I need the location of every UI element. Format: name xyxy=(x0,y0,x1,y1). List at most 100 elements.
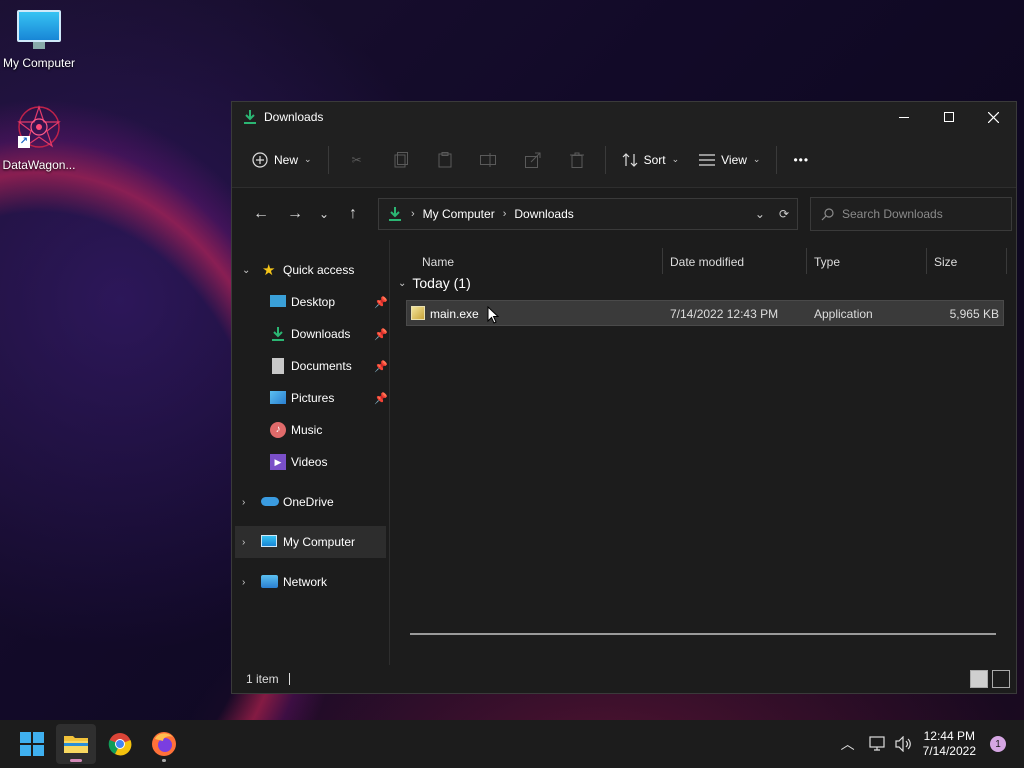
start-button[interactable] xyxy=(12,724,52,764)
close-icon xyxy=(988,111,999,123)
monitor-icon xyxy=(261,535,277,547)
taskbar-firefox[interactable] xyxy=(144,724,184,764)
pin-icon[interactable]: 📌 xyxy=(374,296,388,309)
shortcut-arrow-icon: ↗ xyxy=(18,136,30,148)
view-button[interactable]: View ⌄ xyxy=(689,144,770,176)
maximize-button[interactable] xyxy=(926,102,971,132)
refresh-icon[interactable]: ⟳ xyxy=(779,207,789,221)
horizontal-scrollbar[interactable] xyxy=(410,633,996,635)
status-divider xyxy=(288,673,290,685)
arrow-right-icon: → xyxy=(287,205,303,222)
nav-item-downloads[interactable]: Downloads 📌 xyxy=(232,318,389,350)
view-label: View xyxy=(721,152,747,167)
search-box[interactable]: Search Downloads xyxy=(810,197,1012,231)
recent-locations-button[interactable]: ⌄ xyxy=(312,199,336,229)
column-header-type[interactable]: Type xyxy=(814,255,840,269)
volume-icon[interactable] xyxy=(895,736,913,752)
paste-button[interactable] xyxy=(429,144,461,176)
up-button[interactable]: ↑ xyxy=(336,199,370,229)
downloads-icon xyxy=(272,327,284,341)
delete-button[interactable] xyxy=(561,144,593,176)
large-icons-view-button[interactable] xyxy=(992,670,1010,688)
taskbar-file-explorer[interactable] xyxy=(56,724,96,764)
firefox-icon xyxy=(152,732,176,756)
rename-icon xyxy=(479,152,496,167)
title-bar[interactable]: Downloads xyxy=(232,102,1016,132)
network-status-icon[interactable] xyxy=(869,736,887,752)
search-placeholder: Search Downloads xyxy=(842,207,943,221)
copy-icon xyxy=(394,151,408,167)
address-bar-row: ← → ⌄ ↑ › My Computer › Downloads ⌄ ⟳ Se… xyxy=(232,188,1016,240)
nav-quick-access[interactable]: ⌄ ★ Quick access xyxy=(232,254,389,286)
divider xyxy=(327,145,329,174)
nav-my-computer[interactable]: › My Computer xyxy=(235,526,386,558)
breadcrumb-separator-icon: › xyxy=(411,208,415,220)
address-bar[interactable]: › My Computer › Downloads ⌄ ⟳ xyxy=(378,198,798,230)
mouse-cursor-icon xyxy=(487,306,499,324)
nav-item-music[interactable]: ♪ Music xyxy=(232,414,389,446)
command-bar: New ⌄ ✂ Sort ⌄ View ⌄ ••• xyxy=(232,132,1016,188)
sort-icon xyxy=(622,152,637,167)
cut-button[interactable]: ✂ xyxy=(341,144,373,176)
sort-button[interactable]: Sort ⌄ xyxy=(612,144,690,176)
back-button[interactable]: ← xyxy=(244,199,278,229)
nav-item-documents[interactable]: Documents 📌 xyxy=(232,350,389,382)
column-divider[interactable] xyxy=(926,248,927,274)
item-count: 1 item xyxy=(246,672,279,686)
forward-button[interactable]: → xyxy=(278,199,312,229)
document-icon xyxy=(272,358,284,374)
minimize-button[interactable] xyxy=(881,102,926,132)
nav-label: Videos xyxy=(291,455,328,469)
divider xyxy=(604,145,606,174)
cloud-icon xyxy=(261,497,279,506)
folder-icon xyxy=(64,736,88,753)
view-icon xyxy=(699,153,716,166)
clock[interactable]: 12:44 PM 7/14/2022 xyxy=(923,729,976,759)
file-size: 5,965 KB xyxy=(949,307,999,321)
navigation-pane: ⌄ ★ Quick access Desktop 📌 Downloads 📌 D… xyxy=(232,240,390,665)
column-divider[interactable] xyxy=(1006,248,1007,274)
group-header-today[interactable]: ⌄ Today (1) xyxy=(398,275,471,291)
nav-item-pictures[interactable]: Pictures 📌 xyxy=(232,382,389,414)
active-indicator xyxy=(70,759,82,762)
arrow-left-icon: ← xyxy=(253,205,269,222)
column-header-date[interactable]: Date modified xyxy=(670,255,744,269)
pin-icon[interactable]: 📌 xyxy=(374,360,388,373)
running-indicator xyxy=(162,759,166,762)
datawagon-logo-icon: ↗ xyxy=(16,104,62,150)
clock-date: 7/14/2022 xyxy=(922,744,976,758)
chevron-right-icon: › xyxy=(242,576,246,588)
close-button[interactable] xyxy=(971,102,1016,132)
scissors-icon: ✂ xyxy=(351,152,362,167)
taskbar-chrome[interactable] xyxy=(100,724,140,764)
nav-label: Downloads xyxy=(291,327,351,341)
breadcrumb-my-computer[interactable]: My Computer xyxy=(423,207,495,221)
column-header-size[interactable]: Size xyxy=(934,255,957,269)
file-date: 7/14/2022 12:43 PM xyxy=(670,307,779,321)
chevron-up-icon[interactable]: ︿ xyxy=(841,734,855,754)
downloads-icon xyxy=(389,207,401,221)
column-divider[interactable] xyxy=(806,248,807,274)
maximize-icon xyxy=(943,112,954,122)
downloads-icon xyxy=(244,110,256,124)
breadcrumb-downloads[interactable]: Downloads xyxy=(514,207,573,221)
details-view-button[interactable] xyxy=(970,670,988,688)
rename-button[interactable] xyxy=(473,144,505,176)
desktop-icon-datawagon[interactable]: ↗ DataWagon... xyxy=(0,104,78,172)
pin-icon[interactable]: 📌 xyxy=(374,392,388,405)
column-divider[interactable] xyxy=(662,248,663,274)
address-dropdown-icon[interactable]: ⌄ xyxy=(755,207,765,221)
nav-network[interactable]: › Network xyxy=(232,566,389,598)
nav-onedrive[interactable]: › OneDrive xyxy=(232,486,389,518)
desktop-icon-my-computer[interactable]: My Computer xyxy=(0,10,78,70)
share-button[interactable] xyxy=(517,144,549,176)
more-options-button[interactable]: ••• xyxy=(783,144,819,176)
nav-item-desktop[interactable]: Desktop 📌 xyxy=(232,286,389,318)
column-header-name[interactable]: Name xyxy=(422,255,454,269)
pin-icon[interactable]: 📌 xyxy=(374,328,388,341)
notification-badge[interactable]: 1 xyxy=(990,736,1006,752)
window-title: Downloads xyxy=(264,110,324,124)
new-button[interactable]: New ⌄ xyxy=(242,144,322,176)
nav-item-videos[interactable]: ▶ Videos xyxy=(232,446,389,478)
copy-button[interactable] xyxy=(385,144,417,176)
